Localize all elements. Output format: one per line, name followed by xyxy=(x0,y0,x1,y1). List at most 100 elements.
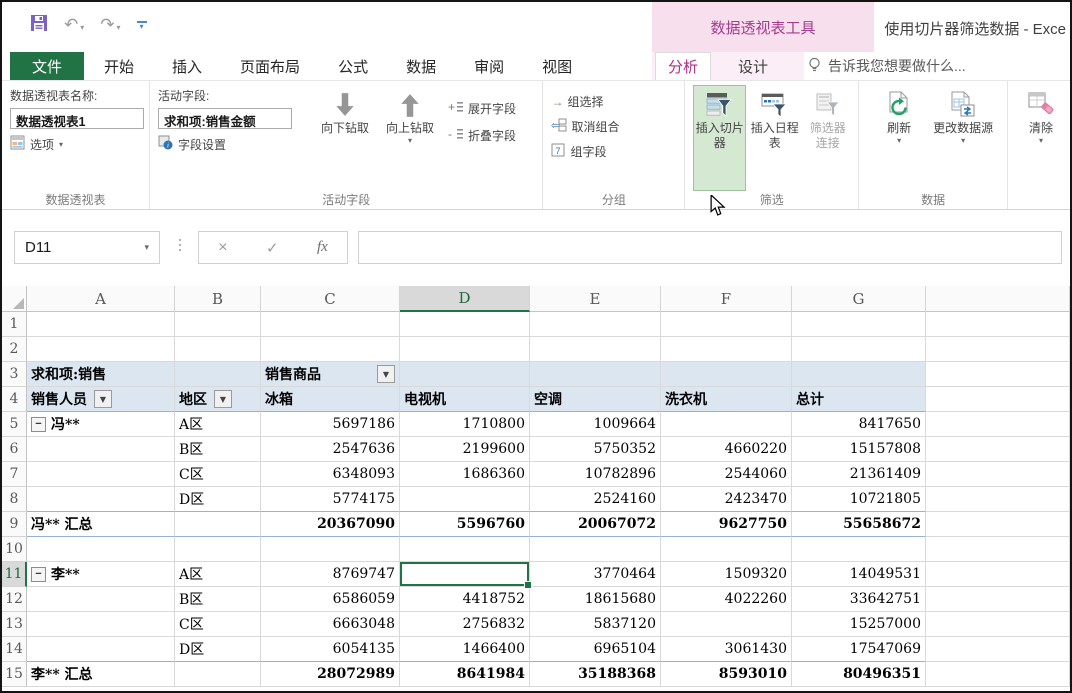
row-header-6[interactable]: 6 xyxy=(2,437,27,462)
undo-button[interactable]: ↶▾ xyxy=(64,17,84,35)
cell-E9[interactable]: 20067072 xyxy=(530,512,661,537)
cell-C6[interactable]: 2547636 xyxy=(261,437,400,462)
insert-timeline-button[interactable]: 插入日程表 xyxy=(748,85,801,191)
cell-D5[interactable]: 1710800 xyxy=(400,412,530,437)
cell-E4[interactable]: 空调 xyxy=(530,387,661,412)
options-button[interactable]: 选项 ▾ xyxy=(10,135,143,153)
cell-B12[interactable]: B区 xyxy=(175,587,261,612)
collapse-field-button[interactable]: - 折叠字段 xyxy=(448,127,516,144)
col-header-A[interactable]: A xyxy=(27,286,175,312)
row-header-9[interactable]: 9 xyxy=(2,512,27,537)
clear-button[interactable]: 清除 ▾ xyxy=(1016,85,1066,145)
customize-qat-icon[interactable]: ▾ xyxy=(137,21,147,30)
col-header-G[interactable]: G xyxy=(792,286,926,312)
col-header-E[interactable]: E xyxy=(530,286,661,312)
cell-C15[interactable]: 28072989 xyxy=(261,662,400,687)
cell-C5[interactable]: 5697186 xyxy=(261,412,400,437)
cell-B1[interactable] xyxy=(175,312,261,337)
cell-F8[interactable]: 2423470 xyxy=(661,487,792,512)
save-icon[interactable] xyxy=(30,14,48,37)
tab-review[interactable]: 审阅 xyxy=(470,52,508,80)
cell-B15[interactable] xyxy=(175,662,261,687)
cell-H12[interactable] xyxy=(926,587,1070,612)
cell-E15[interactable]: 35188368 xyxy=(530,662,661,687)
cell-B13[interactable]: C区 xyxy=(175,612,261,637)
formula-bar-splitter[interactable] xyxy=(179,239,181,251)
row-header-7[interactable]: 7 xyxy=(2,462,27,487)
cell-C3[interactable]: 销售商品▼ xyxy=(261,362,400,387)
cell-G12[interactable]: 33642751 xyxy=(792,587,926,612)
cell-G2[interactable] xyxy=(792,337,926,362)
cell-G10[interactable] xyxy=(792,537,926,562)
cell-F2[interactable] xyxy=(661,337,792,362)
cell-C7[interactable]: 6348093 xyxy=(261,462,400,487)
cell-C4[interactable]: 冰箱 xyxy=(261,387,400,412)
cell-G6[interactable]: 15157808 xyxy=(792,437,926,462)
col-header-B[interactable]: B xyxy=(175,286,261,312)
cell-C8[interactable]: 5774175 xyxy=(261,487,400,512)
cell-F9[interactable]: 9627750 xyxy=(661,512,792,537)
cell-G13[interactable]: 15257000 xyxy=(792,612,926,637)
cell-B10[interactable] xyxy=(175,537,261,562)
tell-me-box[interactable]: 告诉我您想要做什么... xyxy=(808,52,966,80)
formula-input[interactable] xyxy=(358,231,1062,264)
cell-A4[interactable]: 销售人员▼ xyxy=(27,387,175,412)
cell-D2[interactable] xyxy=(400,337,530,362)
tab-analyze-active[interactable]: 分析 xyxy=(655,52,711,80)
cell-H1[interactable] xyxy=(926,312,1070,337)
cell-G1[interactable] xyxy=(792,312,926,337)
tab-page-layout[interactable]: 页面布局 xyxy=(236,52,304,80)
cell-A1[interactable] xyxy=(27,312,175,337)
cell-H2[interactable] xyxy=(926,337,1070,362)
cell-E2[interactable] xyxy=(530,337,661,362)
cell-H7[interactable] xyxy=(926,462,1070,487)
cell-E12[interactable]: 18615680 xyxy=(530,587,661,612)
redo-button[interactable]: ↷▾ xyxy=(100,17,120,35)
cell-C2[interactable] xyxy=(261,337,400,362)
cell-C14[interactable]: 6054135 xyxy=(261,637,400,662)
cell-H6[interactable] xyxy=(926,437,1070,462)
cell-D7[interactable]: 1686360 xyxy=(400,462,530,487)
cell-H13[interactable] xyxy=(926,612,1070,637)
cell-F11[interactable]: 1509320 xyxy=(661,562,792,587)
cell-D12[interactable]: 4418752 xyxy=(400,587,530,612)
cell-G4[interactable]: 总计 xyxy=(792,387,926,412)
cell-H5[interactable] xyxy=(926,412,1070,437)
drill-up-button[interactable]: 向上钻取 ▾ xyxy=(382,85,438,153)
cancel-icon[interactable]: × xyxy=(218,239,227,257)
cell-B7[interactable]: C区 xyxy=(175,462,261,487)
cell-F6[interactable]: 4660220 xyxy=(661,437,792,462)
cell-B4[interactable]: 地区▼ xyxy=(175,387,261,412)
change-data-source-button[interactable]: 更改数据源 ▾ xyxy=(932,85,994,191)
cell-A15[interactable]: 李** 汇总 xyxy=(27,662,175,687)
cell-E13[interactable]: 5837120 xyxy=(530,612,661,637)
cell-G15[interactable]: 80496351 xyxy=(792,662,926,687)
filter-dropdown-icon[interactable]: ▼ xyxy=(94,390,112,408)
row-header-4[interactable]: 4 xyxy=(2,387,27,412)
fill-handle[interactable] xyxy=(524,581,532,589)
tab-insert[interactable]: 插入 xyxy=(168,52,206,80)
col-header-C[interactable]: C xyxy=(261,286,400,312)
cell-D6[interactable]: 2199600 xyxy=(400,437,530,462)
cell-G14[interactable]: 17547069 xyxy=(792,637,926,662)
collapse-outline-icon[interactable]: − xyxy=(31,417,46,432)
cell-C12[interactable]: 6586059 xyxy=(261,587,400,612)
cell-D4[interactable]: 电视机 xyxy=(400,387,530,412)
cell-A3[interactable]: 求和项:销售 xyxy=(27,362,175,387)
cell-F3[interactable] xyxy=(661,362,792,387)
filter-dropdown-icon[interactable]: ▼ xyxy=(377,365,395,383)
cell-A7[interactable] xyxy=(27,462,175,487)
cell-C10[interactable] xyxy=(261,537,400,562)
cell-H11[interactable] xyxy=(926,562,1070,587)
cell-H14[interactable] xyxy=(926,637,1070,662)
cell-E6[interactable]: 5750352 xyxy=(530,437,661,462)
cell-H3[interactable] xyxy=(926,362,1070,387)
cell-F4[interactable]: 洗衣机 xyxy=(661,387,792,412)
row-header-5[interactable]: 5 xyxy=(2,412,27,437)
row-header-8[interactable]: 8 xyxy=(2,487,27,512)
cell-F10[interactable] xyxy=(661,537,792,562)
cell-E14[interactable]: 6965104 xyxy=(530,637,661,662)
cell-E7[interactable]: 10782896 xyxy=(530,462,661,487)
cell-B2[interactable] xyxy=(175,337,261,362)
cell-C1[interactable] xyxy=(261,312,400,337)
